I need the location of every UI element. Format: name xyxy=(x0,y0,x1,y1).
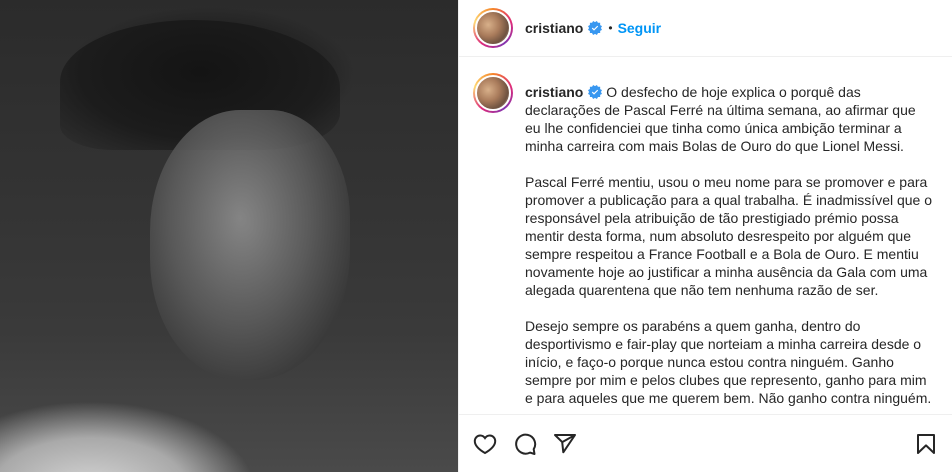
comments-area[interactable]: cristiano O desfecho de hoje explica o p… xyxy=(459,57,952,414)
profile-avatar[interactable] xyxy=(473,8,513,48)
verified-badge-icon xyxy=(588,85,603,99)
avatar-image xyxy=(475,75,511,111)
caption-row: cristiano O desfecho de hoje explica o p… xyxy=(473,73,938,414)
heart-icon xyxy=(473,433,497,454)
caption-username[interactable]: cristiano xyxy=(525,84,583,100)
post-header: cristiano • Seguir xyxy=(459,0,952,57)
caption-avatar[interactable] xyxy=(473,73,513,113)
photo-face-shade xyxy=(150,110,350,380)
comment-icon xyxy=(515,433,537,455)
header-separator: • xyxy=(608,21,613,35)
header-username[interactable]: cristiano xyxy=(525,20,583,36)
caption-paragraph-1-text: O desfecho de hoje explica o porquê das … xyxy=(525,84,916,154)
photo-shirt-shade xyxy=(0,352,300,472)
post-side-panel: cristiano • Seguir cristiano O desfecho … xyxy=(458,0,952,472)
share-icon xyxy=(554,433,576,453)
avatar-image xyxy=(475,10,511,46)
comment-button[interactable] xyxy=(513,432,537,456)
action-bar xyxy=(459,414,952,472)
like-button[interactable] xyxy=(473,432,497,456)
follow-button[interactable]: Seguir xyxy=(618,20,662,36)
bookmark-icon xyxy=(917,433,935,454)
caption-paragraph-1: cristiano O desfecho de hoje explica o p… xyxy=(525,83,935,155)
caption-text: cristiano O desfecho de hoje explica o p… xyxy=(525,83,935,414)
share-button[interactable] xyxy=(553,432,577,456)
caption-paragraph-2: Pascal Ferré mentiu, usou o meu nome par… xyxy=(525,174,933,298)
verified-badge-icon xyxy=(588,21,603,35)
save-button[interactable] xyxy=(914,432,938,456)
post-photo[interactable] xyxy=(0,0,458,472)
caption-paragraph-3: Desejo sempre os parabéns a quem ganha, … xyxy=(525,318,932,406)
